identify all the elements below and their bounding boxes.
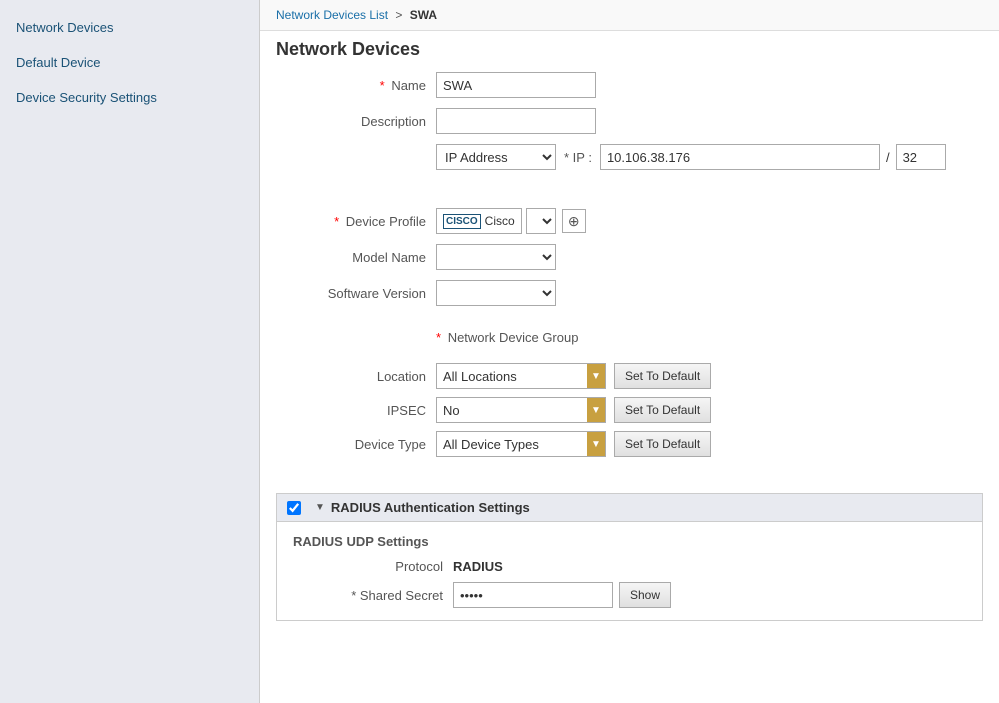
cidr-separator: / <box>886 150 890 165</box>
cisco-logo-icon: CISCO <box>443 214 481 229</box>
radius-title: RADIUS Authentication Settings <box>331 500 530 515</box>
cisco-profile-select[interactable] <box>526 208 556 234</box>
software-version-select[interactable] <box>436 280 556 306</box>
required-star-name: * <box>380 78 385 93</box>
cisco-badge: CISCO Cisco <box>436 208 522 234</box>
description-input[interactable] <box>436 108 596 134</box>
ndg-label-row: * Network Device Group <box>276 330 983 353</box>
name-label: * Name <box>276 78 436 93</box>
breadcrumb-link[interactable]: Network Devices List <box>276 8 388 22</box>
radius-header: ▼ RADIUS Authentication Settings <box>277 494 982 522</box>
radius-checkbox-container <box>287 501 309 515</box>
shared-secret-label: * Shared Secret <box>293 588 453 603</box>
location-dropdown[interactable]: All Locations ▼ <box>436 363 606 389</box>
software-version-label: Software Version <box>276 286 436 301</box>
radius-section: ▼ RADIUS Authentication Settings RADIUS … <box>276 493 983 621</box>
location-arrow-icon: ▼ <box>587 364 605 388</box>
protocol-label: Protocol <box>293 559 453 574</box>
name-input[interactable] <box>436 72 596 98</box>
spacer1 <box>276 180 983 194</box>
spacer2 <box>276 194 983 208</box>
radius-body: RADIUS UDP Settings Protocol RADIUS * Sh… <box>277 522 982 620</box>
radius-collapse-icon[interactable]: ▼ <box>315 502 325 513</box>
location-value: All Locations <box>443 369 599 384</box>
location-label: Location <box>276 369 436 384</box>
spacer4 <box>276 465 983 479</box>
description-label: Description <box>276 114 436 129</box>
required-star-dp: * <box>334 214 339 229</box>
sidebar-item-network-devices[interactable]: Network Devices <box>0 10 259 45</box>
ip-row: IP Address * IP : / <box>276 144 983 170</box>
sidebar-item-device-security-settings[interactable]: Device Security Settings <box>0 80 259 115</box>
sidebar-item-default-device[interactable]: Default Device <box>0 45 259 80</box>
device-profile-row: * Device Profile CISCO Cisco ⊕ <box>276 208 983 234</box>
breadcrumb-current: SWA <box>410 8 437 22</box>
cidr-input[interactable] <box>896 144 946 170</box>
device-type-dropdown[interactable]: All Device Types ▼ <box>436 431 606 457</box>
shared-secret-input[interactable] <box>453 582 613 608</box>
software-version-row: Software Version <box>276 280 983 306</box>
ipsec-dropdown[interactable]: No ▼ <box>436 397 606 423</box>
sidebar: Network Devices Default Device Device Se… <box>0 0 260 703</box>
protocol-row: Protocol RADIUS <box>293 559 966 574</box>
globe-button[interactable]: ⊕ <box>562 209 586 233</box>
model-name-row: Model Name <box>276 244 983 270</box>
ip-label: * IP : <box>564 150 592 165</box>
model-name-label: Model Name <box>276 250 436 265</box>
required-star-ndg: * <box>436 330 441 345</box>
description-row: Description <box>276 108 983 134</box>
name-row: * Name <box>276 72 983 98</box>
location-set-default-button[interactable]: Set To Default <box>614 363 711 389</box>
model-name-select[interactable] <box>436 244 556 270</box>
location-row: Location All Locations ▼ Set To Default <box>276 363 983 389</box>
ipsec-value: No <box>443 403 599 418</box>
ipsec-row: IPSEC No ▼ Set To Default <box>276 397 983 423</box>
radius-udp-title: RADIUS UDP Settings <box>293 534 966 549</box>
device-type-label: Device Type <box>276 437 436 452</box>
shared-secret-row: * Shared Secret Show <box>293 582 966 608</box>
main-content: Network Devices List > SWA Network Devic… <box>260 0 999 703</box>
device-type-value: All Device Types <box>443 437 599 452</box>
spacer3 <box>276 316 983 330</box>
ip-type-select[interactable]: IP Address <box>436 144 556 170</box>
ipsec-set-default-button[interactable]: Set To Default <box>614 397 711 423</box>
ipsec-label: IPSEC <box>276 403 436 418</box>
ndg-section-label: * Network Device Group <box>436 330 578 345</box>
device-profile-label: * Device Profile <box>276 214 436 229</box>
ipsec-arrow-icon: ▼ <box>587 398 605 422</box>
ip-input[interactable] <box>600 144 880 170</box>
device-type-set-default-button[interactable]: Set To Default <box>614 431 711 457</box>
radius-checkbox[interactable] <box>287 501 301 515</box>
device-type-arrow-icon: ▼ <box>587 432 605 456</box>
show-button[interactable]: Show <box>619 582 671 608</box>
form-area: * Name Description IP Address * IP : / <box>260 72 999 637</box>
protocol-value: RADIUS <box>453 559 503 574</box>
page-title: Network Devices <box>260 31 999 72</box>
device-type-row: Device Type All Device Types ▼ Set To De… <box>276 431 983 457</box>
breadcrumb-separator: > <box>395 8 402 22</box>
breadcrumb: Network Devices List > SWA <box>260 0 999 31</box>
